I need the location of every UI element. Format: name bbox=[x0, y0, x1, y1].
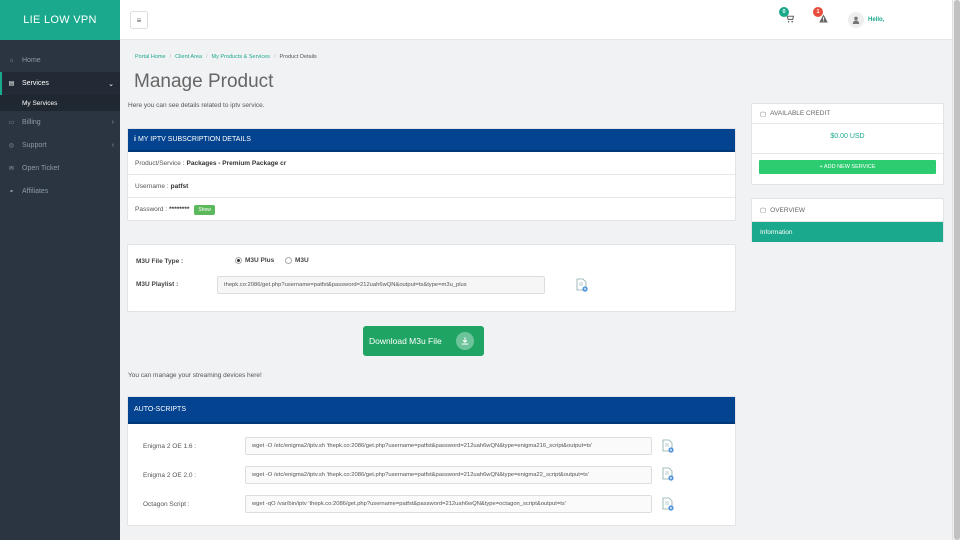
hamburger-icon: ≡ bbox=[136, 15, 142, 25]
sidebar-item-affiliates[interactable]: ⚭ Affiliates bbox=[0, 180, 120, 203]
script-label-octagon: Octagon Script : bbox=[143, 501, 190, 508]
subscription-panel: i MY IPTV SUBSCRIPTION DETAILS Product/S… bbox=[127, 128, 736, 221]
m3u-file-type-label: M3U File Type : bbox=[136, 258, 184, 265]
credit-header: ▢ AVAILABLE CREDIT bbox=[752, 104, 943, 124]
credit-card: ▢ AVAILABLE CREDIT $0.00 USD + ADD NEW S… bbox=[751, 103, 944, 185]
overview-card: ▢ OVERVIEW Information bbox=[751, 198, 944, 242]
username-value: patfst bbox=[170, 182, 189, 190]
password-value: ******** bbox=[169, 206, 190, 213]
sidebar-item-services[interactable]: ▤ Services ⌄ bbox=[0, 72, 120, 95]
breadcrumb-client-area[interactable]: Client Area bbox=[175, 54, 202, 60]
affiliates-icon: ⚭ bbox=[8, 189, 15, 195]
autoscripts-heading: AUTO-SCRIPTS bbox=[134, 406, 186, 413]
product-row: Product/Service : Packages - Premium Pac… bbox=[128, 152, 735, 175]
breadcrumb: Portal Home / Client Area / My Products … bbox=[135, 54, 317, 60]
page-intro: Here you can see details related to iptv… bbox=[128, 102, 265, 109]
brand-logo[interactable]: LIE LOW VPN bbox=[0, 0, 120, 40]
script-field-octagon[interactable]: wget -qO /var/bin/iptv 'thepk.co:2086/ge… bbox=[245, 495, 652, 513]
autoscripts-panel-header: AUTO-SCRIPTS bbox=[128, 397, 735, 424]
download-label: Download M3u File bbox=[369, 336, 442, 346]
script-label-enigma20: Enigma 2 OE 2.0 : bbox=[143, 472, 197, 479]
radio-m3u-plus-label: M3U Plus bbox=[245, 257, 275, 264]
chevron-down-icon: ⌄ bbox=[108, 80, 114, 88]
product-value: Packages - Premium Package cr bbox=[186, 159, 287, 167]
user-greeting[interactable]: Hello, bbox=[868, 17, 884, 23]
sidebar-nav: ⌂ Home ▤ Services ⌄ My Services ▭ Billin… bbox=[0, 40, 120, 203]
page-title: Manage Product bbox=[134, 71, 274, 92]
radio-m3u[interactable]: M3U bbox=[285, 257, 309, 264]
sidebar-item-label: Billing bbox=[22, 119, 41, 126]
script-field-enigma16[interactable]: wget -O /etc/enigma2/iptv.sh 'thepk.co:2… bbox=[245, 437, 652, 455]
sidebar: LIE LOW VPN ⌂ Home ▤ Services ⌄ My Servi… bbox=[0, 0, 120, 540]
overview-heading: OVERVIEW bbox=[770, 206, 806, 214]
sidebar-item-label: Affiliates bbox=[22, 188, 49, 195]
sidebar-item-label: Services bbox=[22, 80, 49, 87]
password-row: Password : ******** Show bbox=[128, 198, 735, 221]
m3u-playlist-label: M3U Playlist : bbox=[136, 281, 179, 288]
overview-header: ▢ OVERVIEW bbox=[752, 199, 943, 222]
copy-icon[interactable] bbox=[576, 278, 588, 292]
services-icon: ▤ bbox=[8, 81, 15, 87]
sidebar-item-label: Support bbox=[22, 142, 47, 149]
radio-m3u-plus[interactable]: M3U Plus bbox=[235, 257, 274, 264]
username-label: Username : bbox=[135, 182, 169, 190]
m3u-playlist-field[interactable]: thepk.co:2086/get.php?username=patfst&pa… bbox=[217, 276, 545, 294]
radio-m3u-label: M3U bbox=[295, 257, 309, 264]
download-icon bbox=[456, 332, 474, 350]
show-password-button[interactable]: Show bbox=[194, 204, 215, 215]
credit-card-icon: ▢ bbox=[760, 110, 767, 118]
billing-icon: ▭ bbox=[8, 120, 15, 126]
credit-heading: AVAILABLE CREDIT bbox=[770, 110, 831, 117]
subscription-heading: MY IPTV SUBSCRIPTION DETAILS bbox=[137, 136, 251, 143]
menu-toggle-button[interactable]: ≡ bbox=[130, 11, 148, 29]
sidebar-item-home[interactable]: ⌂ Home bbox=[0, 49, 120, 72]
username-row: Username : patfst bbox=[128, 175, 735, 198]
breadcrumb-current: Product Details bbox=[279, 54, 317, 60]
script-field-enigma20[interactable]: wget -O /etc/enigma2/iptv.sh 'thepk.co:2… bbox=[245, 466, 652, 484]
copy-icon[interactable] bbox=[662, 439, 674, 453]
info-icon: i bbox=[134, 136, 136, 143]
overview-icon: ▢ bbox=[760, 207, 767, 214]
topbar: ≡ 0 1 Hello, bbox=[120, 0, 952, 40]
scrollbar-thumb[interactable] bbox=[954, 0, 960, 540]
radio-checked-icon[interactable] bbox=[235, 257, 242, 264]
alert-badge: 1 bbox=[813, 7, 823, 17]
sidebar-item-label: Open Ticket bbox=[22, 165, 60, 172]
cart-badge: 0 bbox=[779, 7, 789, 17]
add-new-service-button[interactable]: + ADD NEW SERVICE bbox=[759, 160, 936, 174]
copy-icon[interactable] bbox=[662, 497, 674, 511]
subscription-panel-header: i MY IPTV SUBSCRIPTION DETAILS bbox=[128, 129, 735, 152]
overview-item-information[interactable]: Information bbox=[752, 222, 943, 242]
breadcrumb-home[interactable]: Portal Home bbox=[135, 54, 166, 60]
product-label: Product/Service : bbox=[135, 159, 185, 167]
page-scrollbar[interactable] bbox=[952, 0, 960, 540]
radio-unchecked-icon[interactable] bbox=[285, 257, 292, 264]
sidebar-item-open-ticket[interactable]: ✉ Open Ticket bbox=[0, 157, 120, 180]
manage-devices-text: You can manage your streaming devices he… bbox=[128, 372, 262, 379]
download-m3u-button[interactable]: Download M3u File bbox=[363, 326, 484, 356]
sidebar-item-support[interactable]: ◎ Support › bbox=[0, 134, 120, 157]
credit-amount: $0.00 USD bbox=[752, 124, 943, 154]
breadcrumb-products[interactable]: My Products & Services bbox=[212, 54, 270, 60]
home-icon: ⌂ bbox=[9, 57, 14, 64]
sidebar-item-label: Home bbox=[22, 57, 41, 64]
copy-icon[interactable] bbox=[662, 467, 674, 481]
user-avatar[interactable] bbox=[848, 12, 864, 28]
chevron-right-icon: › bbox=[111, 119, 114, 126]
sidebar-item-billing[interactable]: ▭ Billing › bbox=[0, 111, 120, 134]
chevron-right-icon: › bbox=[111, 142, 114, 149]
password-label: Password : bbox=[135, 206, 168, 213]
ticket-icon: ✉ bbox=[8, 166, 15, 172]
sidebar-subitem-my-services[interactable]: My Services bbox=[0, 95, 120, 111]
support-icon: ◎ bbox=[8, 143, 15, 149]
script-label-enigma16: Enigma 2 OE 1.6 : bbox=[143, 443, 197, 450]
